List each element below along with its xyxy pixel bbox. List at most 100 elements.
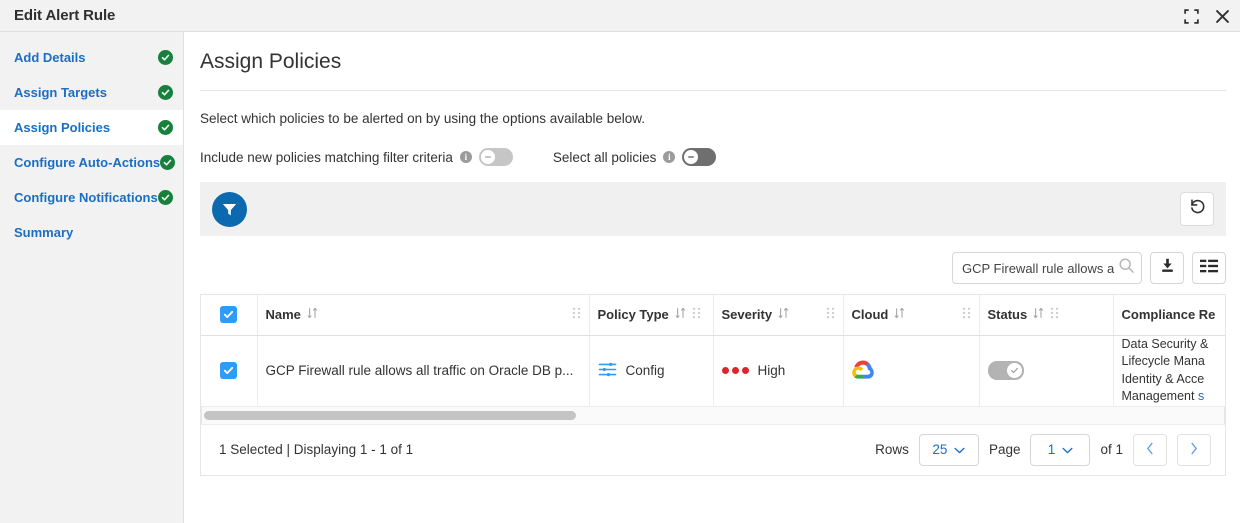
page-label: Page	[989, 442, 1021, 457]
status-toggle[interactable]	[988, 361, 1024, 380]
table-header-row: Name	[201, 295, 1225, 335]
column-header-compliance[interactable]: Compliance Re	[1113, 295, 1225, 335]
compliance-line: Data Security &	[1122, 336, 1226, 354]
compliance-more-link[interactable]: s	[1198, 389, 1204, 403]
row-checkbox[interactable]	[220, 362, 237, 379]
include-new-policies-group: Include new policies matching filter cri…	[200, 148, 513, 166]
selection-summary: 1 Selected | Displaying 1 - 1 of 1	[219, 442, 413, 457]
check-circle-icon	[160, 155, 175, 170]
column-header-label: Name	[266, 307, 301, 322]
cell-compliance: Data Security & Lifecycle Mana Identity …	[1113, 335, 1225, 406]
sidebar-item-assign-policies[interactable]: Assign Policies	[0, 110, 183, 145]
column-drag-handle-icon[interactable]	[962, 307, 971, 322]
toggle-knob	[1007, 363, 1022, 378]
toggle-knob	[481, 150, 495, 164]
page-value: 1	[1048, 442, 1056, 457]
dialog-title: Edit Alert Rule	[14, 7, 115, 24]
sidebar-item-summary[interactable]: Summary	[0, 215, 183, 250]
select-all-checkbox[interactable]	[220, 306, 237, 323]
sliders-icon	[598, 361, 617, 381]
row-select-cell	[201, 335, 257, 406]
table-horizontal-scrollbar[interactable]	[201, 407, 1225, 424]
info-icon[interactable]: i	[663, 151, 675, 163]
sidebar-item-label: Add Details	[14, 50, 86, 65]
chevron-down-icon	[954, 442, 965, 457]
table-toolbar	[200, 236, 1226, 294]
rows-per-page-value: 25	[932, 442, 947, 457]
compliance-line: Management	[1122, 389, 1198, 403]
policies-table-element: Name	[201, 295, 1225, 407]
cell-policy-type: Config	[589, 335, 713, 406]
compliance-line: Identity & Acce	[1122, 371, 1226, 389]
column-header-name[interactable]: Name	[257, 295, 589, 335]
cell-name: GCP Firewall rule allows all traffic on …	[257, 335, 589, 406]
column-header-label: Severity	[722, 307, 773, 322]
scrollbar-thumb[interactable]	[204, 411, 576, 420]
main-content: Assign Policies Select which policies to…	[184, 32, 1240, 476]
column-header-label: Cloud	[852, 307, 889, 322]
instruction-text: Select which policies to be alerted on b…	[200, 91, 1226, 126]
download-button[interactable]	[1150, 252, 1184, 284]
reset-icon	[1188, 197, 1207, 221]
close-icon[interactable]	[1215, 9, 1230, 24]
sort-icon[interactable]	[675, 307, 686, 322]
sort-icon[interactable]	[1033, 307, 1044, 322]
column-drag-handle-icon[interactable]	[1050, 307, 1059, 322]
select-all-policies-toggle[interactable]	[682, 148, 716, 166]
sidebar-item-assign-targets[interactable]: Assign Targets	[0, 75, 183, 110]
policy-name: GCP Firewall rule allows all traffic on …	[266, 363, 581, 378]
compliance-line: Lifecycle Mana	[1122, 353, 1226, 371]
sidebar-item-configure-auto-actions[interactable]: Configure Auto-Actions	[0, 145, 183, 180]
column-header-status[interactable]: Status	[979, 295, 1113, 335]
severity-label: High	[758, 363, 786, 378]
wizard-sidebar: Add Details Assign Targets Assign Polici…	[0, 32, 184, 523]
reset-filters-button[interactable]	[1180, 192, 1214, 226]
search-box[interactable]	[952, 252, 1142, 284]
dialog-body: Add Details Assign Targets Assign Polici…	[0, 32, 1240, 523]
info-icon[interactable]: i	[460, 151, 472, 163]
table-scroll-area: Name	[201, 295, 1225, 407]
sidebar-item-add-details[interactable]: Add Details	[0, 40, 183, 75]
column-settings-button[interactable]	[1192, 252, 1226, 284]
page-title: Assign Policies	[200, 32, 1226, 90]
chevron-down-icon	[1062, 442, 1073, 457]
chevron-right-icon	[1190, 442, 1198, 458]
toggle-knob	[684, 150, 698, 164]
include-new-policies-label: Include new policies matching filter cri…	[200, 150, 453, 165]
search-icon[interactable]	[1118, 257, 1135, 279]
rows-per-page-select[interactable]: 25	[919, 434, 979, 466]
select-all-policies-label: Select all policies	[553, 150, 657, 165]
compliance-list: Data Security & Lifecycle Mana Identity …	[1122, 336, 1226, 406]
sort-icon[interactable]	[307, 307, 318, 322]
column-header-cloud[interactable]: Cloud	[843, 295, 979, 335]
table-row[interactable]: GCP Firewall rule allows all traffic on …	[201, 335, 1225, 406]
column-drag-handle-icon[interactable]	[826, 307, 835, 322]
funnel-icon[interactable]	[212, 192, 247, 227]
sort-icon[interactable]	[778, 307, 789, 322]
page-select[interactable]: 1	[1030, 434, 1090, 466]
sidebar-item-label: Configure Auto-Actions	[14, 155, 160, 170]
include-new-policies-toggle[interactable]	[479, 148, 513, 166]
columns-icon	[1200, 259, 1218, 278]
column-header-label: Policy Type	[598, 307, 669, 322]
table-footer: 1 Selected | Displaying 1 - 1 of 1 Rows …	[200, 424, 1226, 476]
sort-icon[interactable]	[894, 307, 905, 322]
policies-table: Name	[200, 294, 1226, 424]
sidebar-item-label: Summary	[14, 225, 73, 240]
filter-bar	[200, 182, 1226, 236]
expand-icon[interactable]	[1184, 9, 1199, 24]
column-drag-handle-icon[interactable]	[572, 307, 581, 322]
column-header-policy-type[interactable]: Policy Type	[589, 295, 713, 335]
next-page-button[interactable]	[1177, 434, 1211, 466]
total-pages-label: of 1	[1100, 442, 1123, 457]
column-drag-handle-icon[interactable]	[692, 307, 701, 322]
search-input[interactable]	[962, 261, 1118, 276]
google-cloud-icon	[852, 359, 876, 383]
previous-page-button[interactable]	[1133, 434, 1167, 466]
sidebar-item-configure-notifications[interactable]: Configure Notifications	[0, 180, 183, 215]
check-circle-icon	[158, 50, 173, 65]
policy-type-label: Config	[626, 363, 665, 378]
cell-status	[979, 335, 1113, 406]
sidebar-item-label: Configure Notifications	[14, 190, 158, 205]
column-header-severity[interactable]: Severity	[713, 295, 843, 335]
